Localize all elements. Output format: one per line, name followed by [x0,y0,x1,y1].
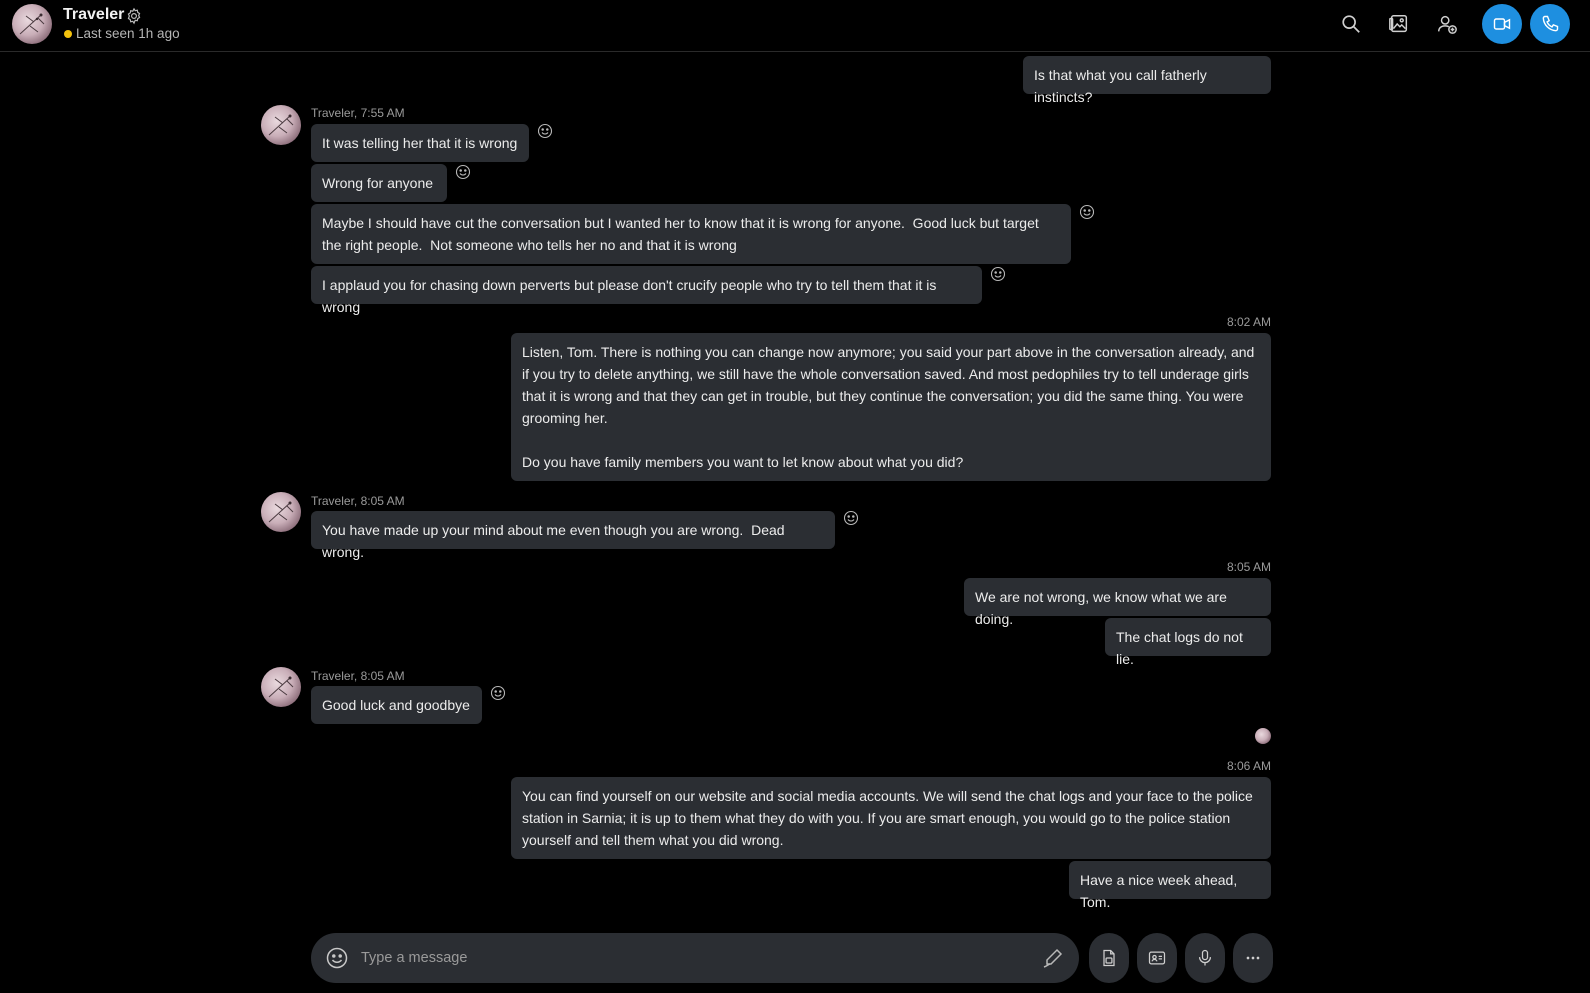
settings-gear-icon[interactable] [125,7,143,25]
file-icon [1103,949,1115,967]
message-time: 8:05 AM [1226,560,1271,574]
message-bubble-outgoing[interactable]: The chat logs do not lie. [1105,618,1271,667]
message-bubble-incoming[interactable]: Good luck and goodbye [311,686,482,724]
message-input[interactable] [361,945,1001,971]
more-icon [1246,956,1260,960]
sender-avatar[interactable] [261,667,301,707]
message-bubble-incoming[interactable]: It was telling her that it is wrong [311,124,529,162]
send-contact-button[interactable] [1137,933,1177,983]
message-bubble-incoming[interactable]: Maybe I should have cut the conversation… [311,204,1071,264]
microphone-icon [1198,949,1212,966]
message-bubble-outgoing[interactable]: Is that what you call fatherly instincts… [1023,56,1271,105]
read-receipt-avatar [1255,728,1271,744]
audio-call-icon [1542,15,1559,32]
last-seen-status: Last seen 1h ago [76,26,180,41]
add-person-icon[interactable] [1431,8,1463,40]
video-call-button[interactable] [1482,4,1522,44]
video-call-icon [1493,18,1511,30]
send-file-button[interactable] [1089,933,1129,983]
message-bubble-incoming[interactable]: Wrong for anyone [311,164,447,202]
emoji-picker-icon[interactable] [325,946,349,970]
message-bubble-outgoing[interactable]: Have a nice week ahead, Tom. [1069,861,1271,910]
sender-avatar[interactable] [261,492,301,532]
reaction-smiley-icon[interactable] [1079,204,1095,220]
message-meta: Traveler, 8:05 AM [311,669,405,683]
message-time: 8:02 AM [1226,315,1271,329]
message-composer [311,933,1079,983]
message-meta: Traveler, 7:55 AM [311,106,405,120]
contact-avatar[interactable] [12,4,52,44]
pen-icon[interactable] [1041,946,1065,970]
chat-header: Traveler Last seen 1h ago [0,0,1590,52]
reaction-smiley-icon[interactable] [455,164,471,180]
sender-avatar[interactable] [261,105,301,145]
presence-dot [64,30,72,38]
audio-call-button[interactable] [1530,4,1570,44]
reaction-smiley-icon[interactable] [490,685,506,701]
contact-name[interactable]: Traveler [63,6,124,24]
message-time: 8:06 AM [1226,759,1271,773]
message-bubble-outgoing[interactable]: We are not wrong, we know what we are do… [964,578,1271,627]
reaction-smiley-icon[interactable] [843,510,859,526]
message-bubble-incoming[interactable]: You have made up your mind about me even… [311,511,835,560]
message-bubble-outgoing[interactable]: You can find yourself on our website and… [511,777,1271,859]
gallery-icon[interactable] [1383,8,1415,40]
more-options-button[interactable] [1233,933,1273,983]
message-meta: Traveler, 8:05 AM [311,494,405,508]
reaction-smiley-icon[interactable] [537,123,553,139]
contact-card-icon [1148,951,1166,965]
message-bubble-outgoing[interactable]: Listen, Tom. There is nothing you can ch… [511,333,1271,481]
voice-message-button[interactable] [1185,933,1225,983]
reaction-smiley-icon[interactable] [990,266,1006,282]
message-bubble-incoming[interactable]: I applaud you for chasing down perverts … [311,266,982,315]
search-icon[interactable] [1335,8,1367,40]
